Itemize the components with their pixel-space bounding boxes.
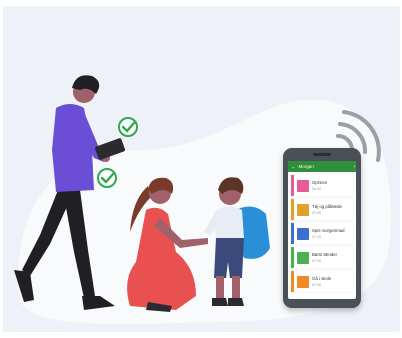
schedule-item-time: 07:15 [312,234,321,239]
schedule-item[interactable]: Gå i skole 07:45 [291,271,353,292]
check-circle-icon [118,117,138,137]
app-title: Morgen [298,164,314,169]
schedule-item-time: 07:35 [312,258,321,263]
schedule-item-text: Tøj og påklæde 07:00 [312,204,342,216]
schedule-item[interactable]: Børst tænder 07:35 [291,247,353,268]
wake-up-icon [297,179,309,192]
illustration: ← Morgen + Oprsten 06:30 Tøj og påklæde 07:… [0,0,402,338]
schedule-item[interactable]: Spis morgenmad 07:15 [291,223,353,244]
schedule-list: Oprsten 06:30 Tøj og påklæde 07:00 Spis morg… [288,175,356,292]
schedule-item-time: 07:45 [312,282,321,287]
plus-icon[interactable]: + [353,161,356,172]
schedule-item-time: 06:30 [312,186,321,191]
schedule-item-time: 07:00 [312,210,321,215]
schedule-item-text: Spis morgenmad 07:15 [312,228,344,240]
phone-mockup: ← Morgen + Oprsten 06:30 Tøj og påklæde 07:… [283,148,361,308]
breakfast-icon [297,227,309,240]
check-circle-icon [97,168,117,188]
arrow-back-icon[interactable]: ← [291,161,296,172]
phone-speaker [313,153,331,156]
schedule-item[interactable]: Oprsten 06:30 [291,175,353,196]
schedule-item-text: Gå i skole 07:45 [312,276,331,288]
app-bar: ← Morgen + [288,161,356,172]
clothes-icon [297,203,309,216]
phone-screen: ← Morgen + Oprsten 06:30 Tøj og påklæde 07:… [288,161,356,299]
schedule-item-text: Børst tænder 07:35 [312,252,337,264]
school-icon [297,275,309,288]
schedule-item-text: Oprsten 06:30 [312,180,327,192]
schedule-item[interactable]: Tøj og påklæde 07:00 [291,199,353,220]
toothbrush-icon [297,251,309,264]
